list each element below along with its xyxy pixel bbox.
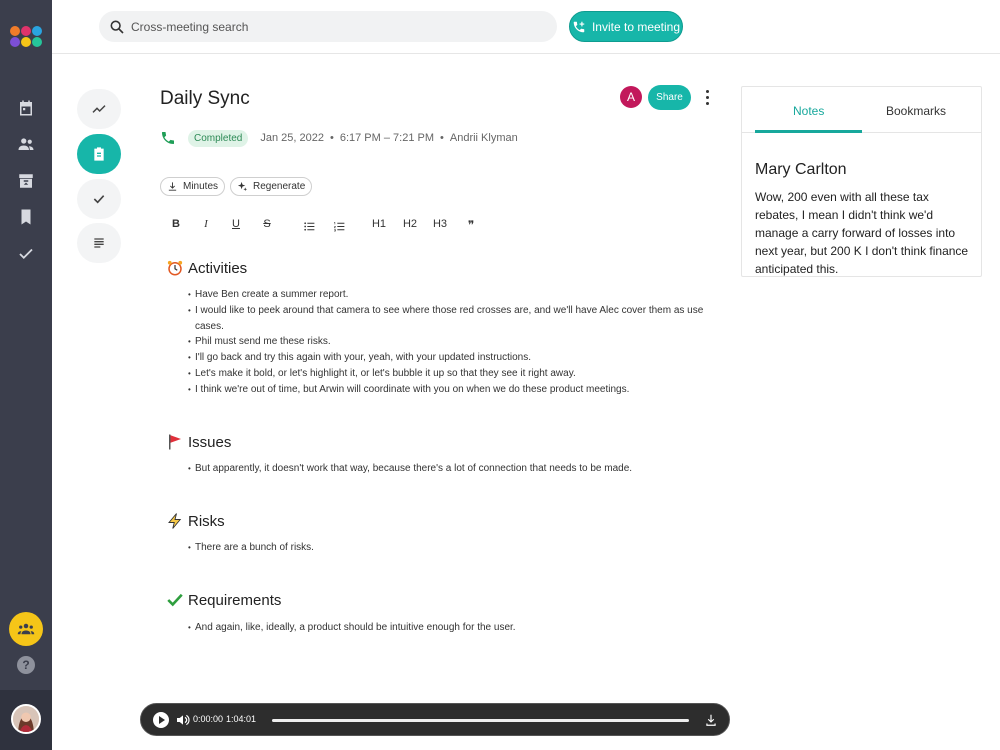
meeting-meta: Completed Jan 25, 2022 • 6:17 PM – 7:21 … — [160, 128, 518, 148]
section-heading-activities: Activities — [166, 259, 247, 277]
risks-list: There are a bunch of risks. — [188, 540, 708, 556]
seek-bar[interactable] — [272, 719, 689, 722]
minutes-label: Minutes — [183, 181, 219, 192]
alarm-clock-icon — [166, 259, 184, 277]
top-bar: Invite to meeting — [52, 0, 1000, 54]
list-item[interactable]: Let's make it bold, or let's highlight i… — [188, 366, 708, 382]
download-icon — [168, 182, 177, 191]
team-button[interactable] — [9, 612, 43, 646]
transcript-tab[interactable] — [77, 223, 121, 263]
active-tab-indicator — [755, 130, 862, 133]
share-button[interactable]: Share — [648, 85, 691, 110]
underline-button[interactable]: U — [227, 218, 245, 230]
left-sidebar: ? — [0, 0, 52, 750]
trending-icon — [92, 105, 106, 113]
issues-list: But apparently, it doesn't work that way… — [188, 461, 708, 477]
sparkle-icon — [237, 181, 248, 192]
requirements-list: And again, like, ideally, a product shou… — [188, 620, 708, 636]
archive-icon[interactable] — [16, 171, 36, 191]
download-icon[interactable] — [704, 712, 718, 728]
heading3-button[interactable]: H3 — [431, 218, 449, 230]
panel-tabs: Notes Bookmarks — [742, 87, 981, 133]
help-icon[interactable]: ? — [17, 656, 35, 674]
meeting-organizer: Andrii Klyman — [449, 132, 518, 144]
list-item[interactable]: But apparently, it doesn't work that way… — [188, 461, 708, 477]
tab-bookmarks[interactable]: Bookmarks — [886, 104, 946, 118]
invite-label: Invite to meeting — [591, 19, 681, 34]
search-icon — [110, 20, 124, 34]
participant-avatar[interactable]: A — [620, 86, 642, 108]
italic-button[interactable]: I — [197, 218, 215, 230]
side-panel: Notes Bookmarks Mary Carlton Wow, 200 ev… — [741, 86, 982, 277]
search-input[interactable] — [131, 19, 531, 34]
strikethrough-button[interactable]: S — [258, 218, 276, 230]
status-badge: Completed — [188, 129, 249, 147]
bookmark-icon[interactable] — [16, 207, 36, 227]
numbered-list-icon[interactable] — [330, 220, 348, 236]
duration: 1:04:01 — [226, 714, 257, 724]
list-item[interactable]: There are a bunch of risks. — [188, 540, 708, 556]
more-options-icon[interactable] — [700, 88, 714, 106]
notes-tab[interactable] — [77, 134, 121, 174]
people-icon[interactable] — [16, 134, 36, 154]
section-title: Activities — [188, 259, 248, 277]
section-heading-requirements: Requirements — [166, 591, 281, 609]
check-icon[interactable] — [16, 244, 36, 264]
meeting-date: Jan 25, 2022 — [260, 132, 324, 144]
section-heading-issues: Issues — [166, 433, 231, 451]
bold-button[interactable]: B — [167, 218, 185, 230]
calendar-icon[interactable] — [16, 98, 36, 118]
section-title: Issues — [188, 433, 232, 451]
separator: • — [440, 132, 444, 144]
list-item[interactable]: I think we're out of time, but Arwin wil… — [188, 382, 708, 398]
regenerate-label: Regenerate — [253, 181, 306, 192]
lightning-icon — [166, 512, 184, 530]
phone-add-icon — [573, 21, 585, 32]
list-item[interactable]: I would like to peek around that camera … — [188, 303, 708, 335]
check-icon — [93, 195, 105, 204]
text-lines-icon — [94, 238, 104, 248]
current-time: 0:00:00 — [193, 714, 224, 724]
section-title: Risks — [188, 512, 225, 530]
user-area — [0, 690, 52, 750]
speaker-quote: Wow, 200 even with all these tax rebates… — [755, 190, 969, 276]
play-icon[interactable] — [153, 712, 169, 728]
list-item[interactable]: Phil must send me these risks. — [188, 334, 708, 350]
checkmark-icon — [166, 591, 184, 609]
quote-button[interactable]: ❞ — [462, 218, 480, 232]
minutes-button[interactable]: Minutes — [160, 177, 226, 196]
tasks-tab[interactable] — [77, 179, 121, 219]
group-icon — [17, 623, 35, 635]
audio-player: 0:00:00 1:04:01 — [140, 703, 730, 736]
heading1-button[interactable]: H1 — [370, 218, 388, 230]
bullet-list-icon[interactable] — [300, 220, 318, 236]
list-item[interactable]: Have Ben create a summer report. — [188, 287, 708, 303]
section-heading-risks: Risks — [166, 512, 225, 530]
clipboard-icon — [94, 147, 104, 161]
analytics-tab[interactable] — [77, 89, 121, 129]
meeting-title: Daily Sync — [160, 88, 250, 109]
red-flag-icon — [166, 433, 184, 451]
invite-to-meeting-button[interactable]: Invite to meeting — [569, 11, 683, 42]
section-title: Requirements — [188, 591, 282, 609]
tab-notes[interactable]: Notes — [793, 104, 824, 118]
list-item[interactable]: I'll go back and try this again with you… — [188, 350, 708, 366]
separator: • — [329, 132, 334, 144]
regenerate-button[interactable]: Regenerate — [230, 177, 313, 196]
meeting-time: 6:17 PM – 7:21 PM — [339, 132, 435, 144]
volume-icon[interactable] — [175, 712, 191, 728]
speaker-name: Mary Carlton — [755, 161, 847, 178]
search-box[interactable] — [99, 11, 557, 42]
app-logo[interactable] — [10, 26, 42, 48]
heading2-button[interactable]: H2 — [401, 218, 419, 230]
user-avatar[interactable] — [11, 704, 41, 734]
phone-icon — [162, 132, 174, 144]
list-item[interactable]: And again, like, ideally, a product shou… — [188, 620, 708, 636]
activities-list: Have Ben create a summer report. I would… — [188, 287, 708, 398]
